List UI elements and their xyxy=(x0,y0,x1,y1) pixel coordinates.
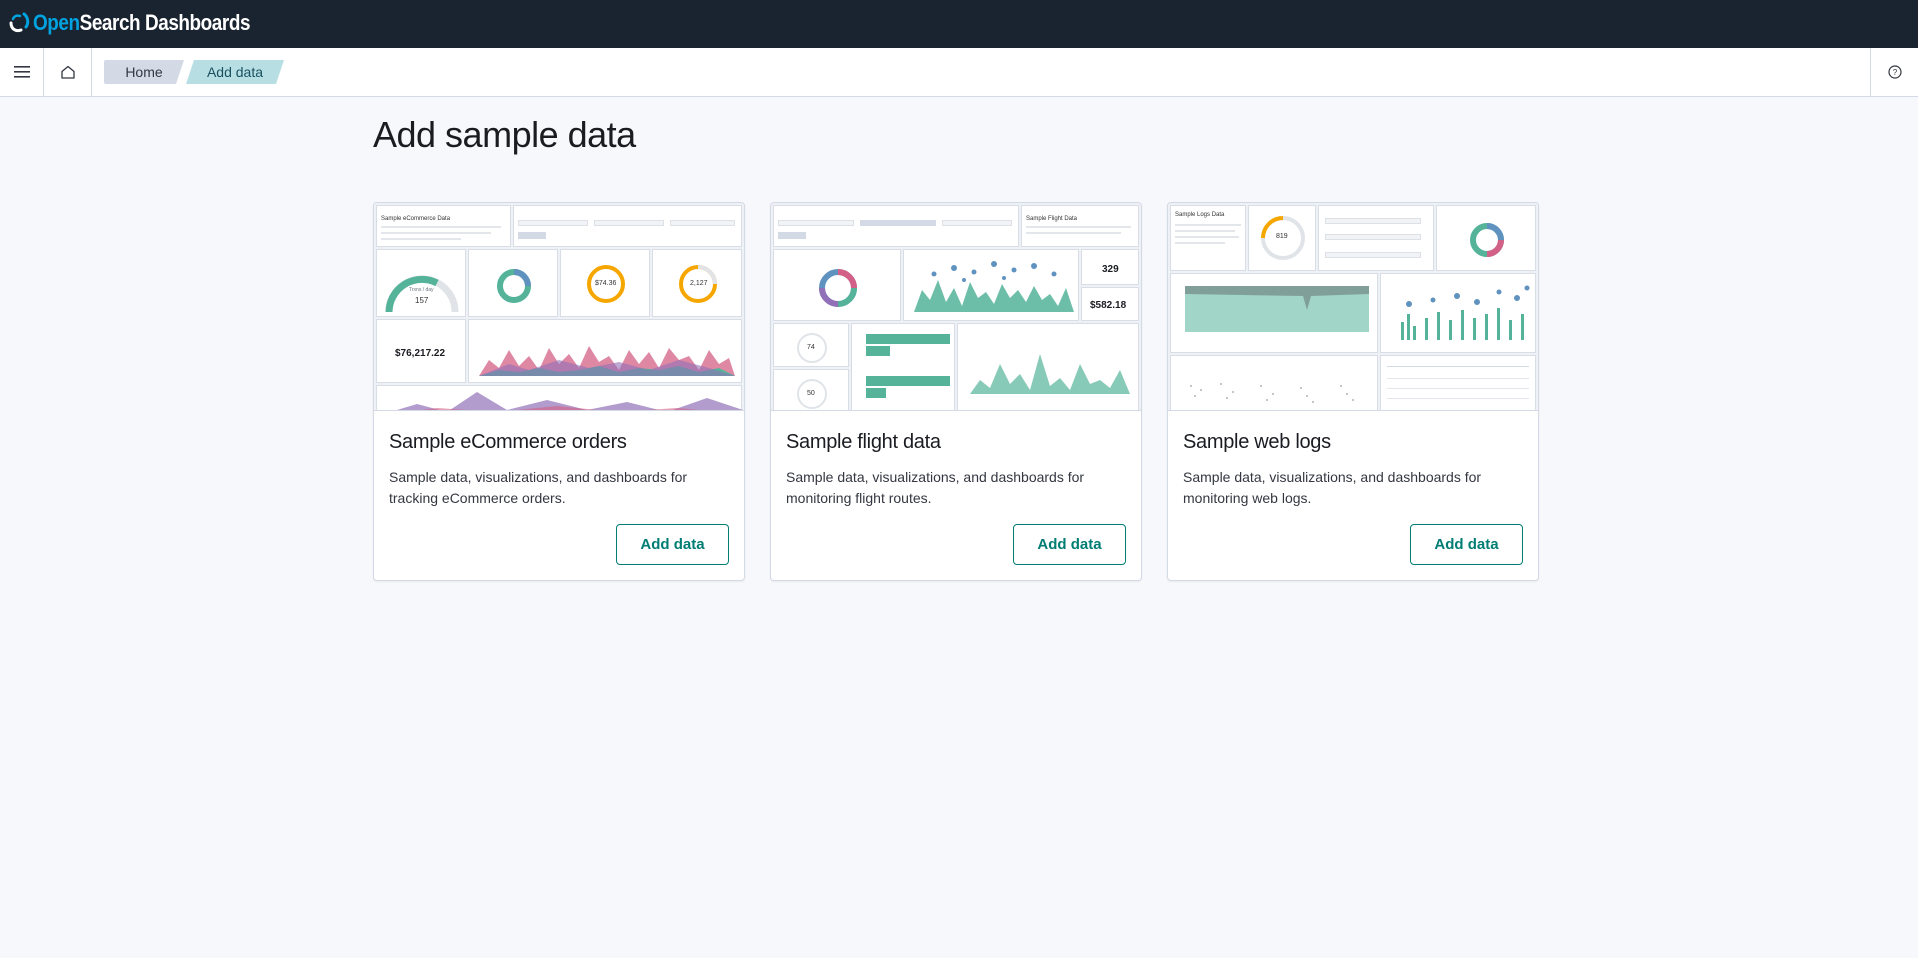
preview-area-chart xyxy=(914,261,1074,312)
preview-area-chart-2 xyxy=(970,354,1130,394)
card-preview-image: Sample Logs Data 819 xyxy=(1168,203,1538,411)
preview-gauge-2-value: 50 xyxy=(807,390,815,397)
card-description: Sample data, visualizations, and dashboa… xyxy=(1183,469,1482,506)
page-title: Add sample data xyxy=(373,114,636,155)
preview-heading: Sample Flight Data xyxy=(1026,216,1078,222)
card-title: Sample web logs xyxy=(1183,431,1331,453)
brand-name: OpenSearch Dashboards xyxy=(33,10,251,35)
preview-area-chart xyxy=(1185,286,1369,332)
preview-big-value: $76,217.22 xyxy=(395,348,446,359)
card-preview-image: Sample Flight Data 329 $582.18 74 50 xyxy=(771,203,1141,411)
preview-donut xyxy=(819,269,857,307)
preview-donut xyxy=(1470,223,1504,257)
hamburger-menu-icon xyxy=(13,66,30,78)
preview-donut xyxy=(497,269,531,303)
breadcrumb-home[interactable]: Home xyxy=(104,60,184,84)
preview-donut-value-2: 2,127 xyxy=(690,280,708,287)
preview-donut-value: $74.36 xyxy=(595,280,617,287)
sample-card-web-logs: Sample Logs Data 819 Sample web logs Sam… xyxy=(1167,202,1539,581)
home-icon xyxy=(60,65,75,79)
menu-button[interactable] xyxy=(0,48,44,96)
add-data-button-flights[interactable]: Add data xyxy=(1013,524,1126,565)
preview-bar-chart xyxy=(1401,285,1530,340)
help-button[interactable]: ? xyxy=(1870,48,1918,96)
home-button[interactable] xyxy=(44,48,92,96)
sub-header: Home Add data ? xyxy=(0,48,1918,97)
add-data-button-web-logs[interactable]: Add data xyxy=(1410,524,1523,565)
preview-gauge-value: 819 xyxy=(1276,233,1288,240)
brand-logo[interactable]: OpenSearch Dashboards xyxy=(8,8,285,38)
svg-text:?: ? xyxy=(1892,68,1897,77)
opensearch-logo-icon xyxy=(9,12,30,33)
preview-area-chart-2 xyxy=(397,392,743,410)
top-header: OpenSearch Dashboards xyxy=(0,0,1918,48)
preview-area-chart xyxy=(479,346,735,376)
preview-scatter xyxy=(1190,383,1354,403)
card-description: Sample data, visualizations, and dashboa… xyxy=(786,469,1085,506)
help-icon: ? xyxy=(1887,65,1902,79)
card-title: Sample eCommerce orders xyxy=(389,431,627,453)
preview-metric-1: 329 xyxy=(1102,264,1119,275)
card-preview-image: Sample eCommerce Data Trxns / day 157 $7… xyxy=(374,203,744,411)
preview-gauge-1-value: 74 xyxy=(807,344,815,351)
preview-metric-2: $582.18 xyxy=(1090,300,1127,311)
preview-heading: Sample Logs Data xyxy=(1175,212,1225,218)
card-title: Sample flight data xyxy=(786,431,941,453)
add-data-button-ecommerce[interactable]: Add data xyxy=(616,524,729,565)
sample-card-flights: Sample Flight Data 329 $582.18 74 50 Sam… xyxy=(770,202,1142,581)
preview-gauge-value: 157 xyxy=(415,296,429,305)
breadcrumb-add-data: Add data xyxy=(186,60,284,84)
card-description: Sample data, visualizations, and dashboa… xyxy=(389,469,688,506)
preview-heading: Sample eCommerce Data xyxy=(381,216,451,222)
sample-card-ecommerce: Sample eCommerce Data Trxns / day 157 $7… xyxy=(373,202,745,581)
preview-gauge-label: Trxns / day xyxy=(409,287,434,293)
preview-gauge xyxy=(385,275,459,313)
